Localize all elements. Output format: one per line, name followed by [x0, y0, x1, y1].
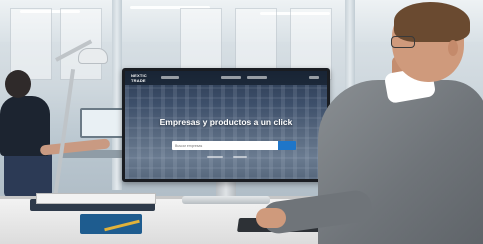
site-logo-line2[interactable]: TRADE [131, 78, 146, 83]
nav-link[interactable] [161, 76, 179, 79]
monitor-screen: NEXTIC TRADE Empresas y productos a un c… [125, 71, 327, 179]
man-hand [256, 208, 286, 228]
background-pillar [112, 0, 122, 190]
office-scene: NEXTIC TRADE Empresas y productos a un c… [0, 0, 483, 244]
office-chair [4, 150, 52, 198]
hero-sublink[interactable] [207, 156, 223, 158]
paper-stack [36, 193, 156, 204]
desk-lamp-pole [53, 68, 76, 199]
man-ear [448, 40, 458, 56]
nav-link[interactable] [309, 76, 319, 79]
hero-sublink[interactable] [233, 156, 247, 158]
glasses-icon [391, 36, 415, 48]
desk-lamp-head [78, 48, 108, 64]
nav-link[interactable] [247, 76, 267, 79]
website-navbar: NEXTIC TRADE [125, 71, 327, 85]
nav-link[interactable] [221, 76, 241, 79]
monitor-stand-base [182, 196, 270, 204]
monitor: NEXTIC TRADE Empresas y productos a un c… [122, 68, 330, 182]
search-button[interactable] [278, 141, 296, 150]
hero-title: Empresas y productos a un click [159, 117, 293, 127]
background-monitor [80, 108, 124, 138]
colleague-head [5, 70, 31, 98]
factory-background-image [125, 85, 327, 179]
search-input[interactable] [172, 141, 278, 150]
